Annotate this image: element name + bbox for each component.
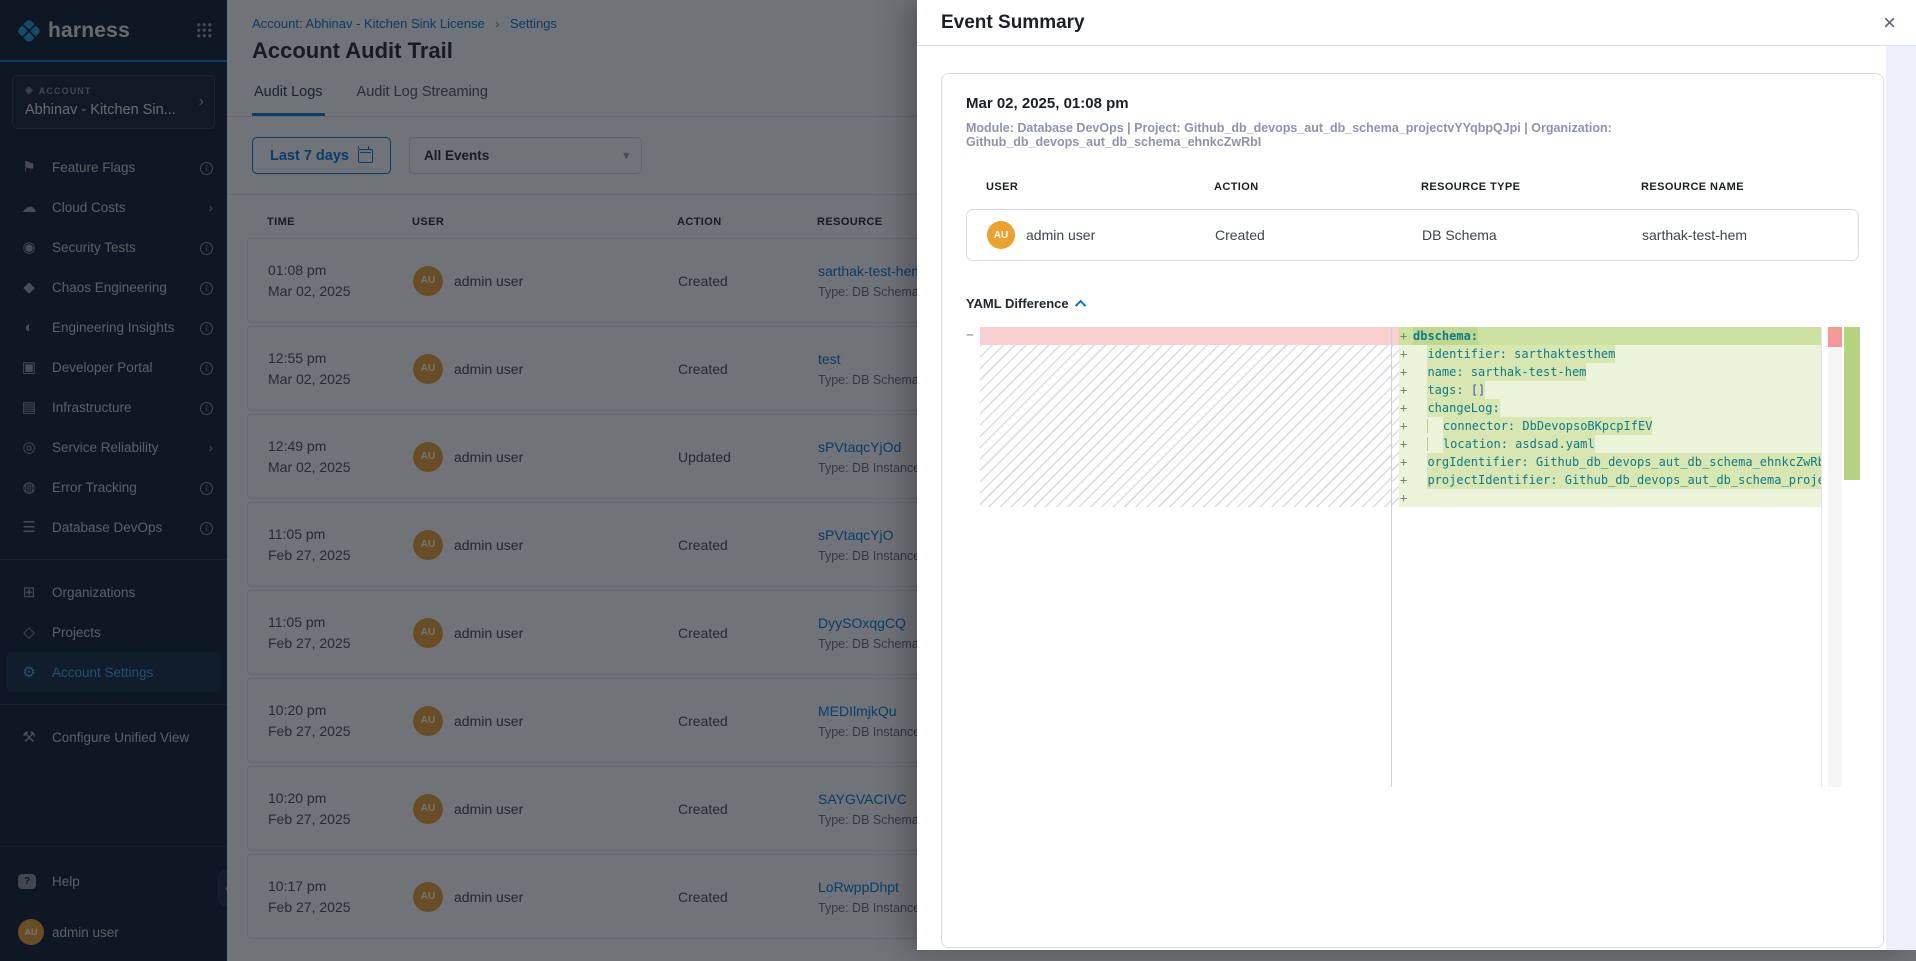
- diff-token: connector:: [1443, 417, 1522, 435]
- diff-line: + location: asdsad.yaml: [1392, 435, 1821, 453]
- user-avatar: AU: [987, 221, 1015, 249]
- diff-token: changeLog:: [1427, 399, 1499, 417]
- added-line-marker: +: [1400, 399, 1413, 417]
- close-icon[interactable]: ×: [1883, 12, 1896, 34]
- diff-token: [1413, 417, 1427, 435]
- diff-token: [1413, 453, 1427, 471]
- column-header: USER: [986, 181, 1214, 193]
- diff-token: sarthak-test-hem: [1471, 363, 1587, 381]
- detail-resource-name-cell: sarthak-test-hem: [1642, 227, 1858, 243]
- added-line-marker: +: [1400, 471, 1413, 489]
- overview-removed-marker: [1828, 327, 1842, 347]
- diff-line: + name: sarthak-test-hem: [1392, 363, 1821, 381]
- detail-resource-type-cell: DB Schema: [1422, 227, 1642, 243]
- diff-token: [1413, 363, 1427, 381]
- added-line-marker: +: [1400, 327, 1413, 345]
- diff-token: Github_db_devops_aut_db_schema_projectvY…: [1565, 471, 1821, 489]
- column-header: ACTION: [1214, 181, 1421, 193]
- event-meta: Module: Database DevOps | Project: Githu…: [966, 121, 1859, 149]
- removed-line-marker: −: [966, 328, 974, 343]
- detail-user-cell: AU admin user: [987, 221, 1215, 249]
- drawer-header: Event Summary ×: [917, 0, 1916, 46]
- detail-table-header-row: USERACTIONRESOURCE TYPERESOURCE NAME: [966, 181, 1859, 193]
- event-card: Mar 02, 2025, 01:08 pm Module: Database …: [941, 73, 1884, 948]
- diff-token: []: [1471, 381, 1485, 399]
- diff-token: tags:: [1427, 381, 1470, 399]
- diff-line: + changeLog:: [1392, 399, 1821, 417]
- diff-line: +dbschema:: [1392, 327, 1821, 345]
- diff-token: [1413, 435, 1427, 453]
- gutter-hatch: [1392, 345, 1399, 507]
- added-line-marker: +: [1400, 435, 1413, 453]
- diff-token: [1428, 435, 1442, 453]
- event-summary-drawer: Event Summary × Mar 02, 2025, 01:08 pm M…: [917, 0, 1916, 950]
- diff-line: + projectIdentifier: Github_db_devops_au…: [1392, 471, 1821, 489]
- added-hunk: +dbschema:+ identifier: sarthaktesthem+ …: [1392, 327, 1821, 507]
- removed-line-highlight: [980, 327, 1391, 345]
- diff-line: + tags: []: [1392, 381, 1821, 399]
- diff-token: Github_db_devops_aut_db_schema_ehnkcZwRb…: [1536, 453, 1821, 471]
- diff-token: [1413, 399, 1427, 417]
- added-line-marker: +: [1400, 417, 1413, 435]
- diff-line: +: [1392, 489, 1821, 507]
- drawer-title: Event Summary: [941, 12, 1883, 34]
- yaml-diff-viewer: − +dbschema:+ identifier: sarthaktesthem…: [966, 327, 1867, 787]
- yaml-difference-toggle[interactable]: YAML Difference: [966, 296, 1859, 311]
- diff-token: [1413, 381, 1427, 399]
- diff-token: orgIdentifier:: [1427, 453, 1535, 471]
- diff-token: sarthaktesthem: [1514, 345, 1615, 363]
- diff-token: DbDevopsoBKpcpIfEV: [1522, 417, 1652, 435]
- empty-region-hatch: [980, 345, 1391, 507]
- detail-action-cell: Created: [1215, 227, 1422, 243]
- added-line-marker: +: [1400, 453, 1413, 471]
- diff-line: + orgIdentifier: Github_db_devops_aut_db…: [1392, 453, 1821, 471]
- drawer-body: Mar 02, 2025, 01:08 pm Module: Database …: [917, 46, 1916, 950]
- overview-added-marker: [1844, 327, 1860, 480]
- column-header: RESOURCE NAME: [1641, 181, 1859, 193]
- detail-table-row: AU admin user Created DB Schema sarthak-…: [966, 209, 1859, 261]
- diff-line: + connector: DbDevopsoBKpcpIfEV: [1392, 417, 1821, 435]
- diff-token: [1413, 471, 1427, 489]
- diff-token: identifier:: [1427, 345, 1514, 363]
- diff-token: dbschema:: [1413, 327, 1478, 345]
- diff-token: location:: [1443, 435, 1515, 453]
- removed-map-sliver: [1392, 327, 1399, 345]
- diff-token: [1413, 345, 1427, 363]
- diff-token: [1428, 417, 1442, 435]
- drawer-scrollbar-track[interactable]: [1886, 46, 1916, 950]
- column-header: RESOURCE TYPE: [1421, 181, 1641, 193]
- event-timestamp: Mar 02, 2025, 01:08 pm: [966, 95, 1859, 112]
- added-line-marker: +: [1400, 381, 1413, 399]
- added-line-marker: +: [1400, 345, 1413, 363]
- diff-token: projectIdentifier:: [1427, 471, 1564, 489]
- diff-line: + identifier: sarthaktesthem: [1392, 345, 1821, 363]
- diff-token: asdsad.yaml: [1515, 435, 1594, 453]
- diff-right-pane: +dbschema:+ identifier: sarthaktesthem+ …: [1392, 327, 1822, 787]
- added-line-marker: +: [1400, 363, 1413, 381]
- added-line-marker: +: [1400, 489, 1413, 507]
- chevron-up-icon: [1075, 299, 1086, 310]
- diff-scrollbar-track[interactable]: [1828, 347, 1842, 787]
- diff-left-pane: −: [966, 327, 1391, 787]
- diff-token: name:: [1427, 363, 1470, 381]
